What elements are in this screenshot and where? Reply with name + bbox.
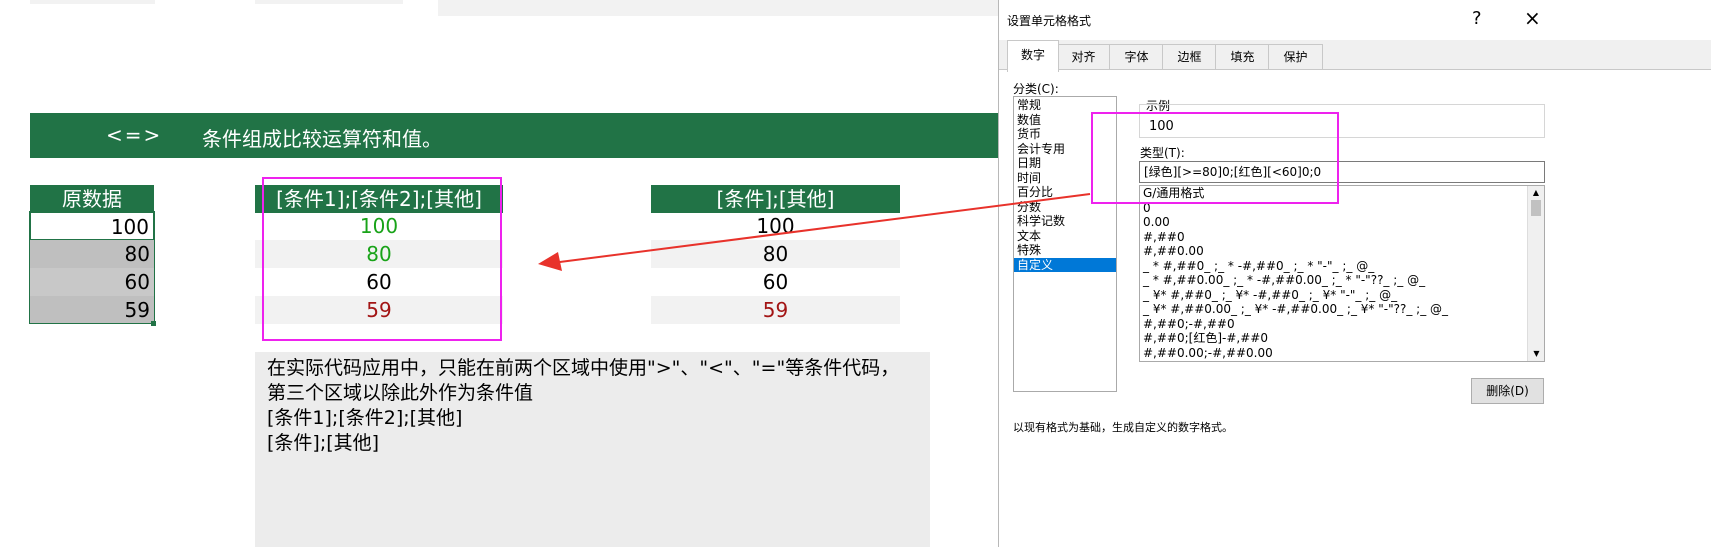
tab-number[interactable]: 数字 bbox=[1007, 40, 1059, 72]
annotation-arrow-icon bbox=[538, 193, 1091, 271]
